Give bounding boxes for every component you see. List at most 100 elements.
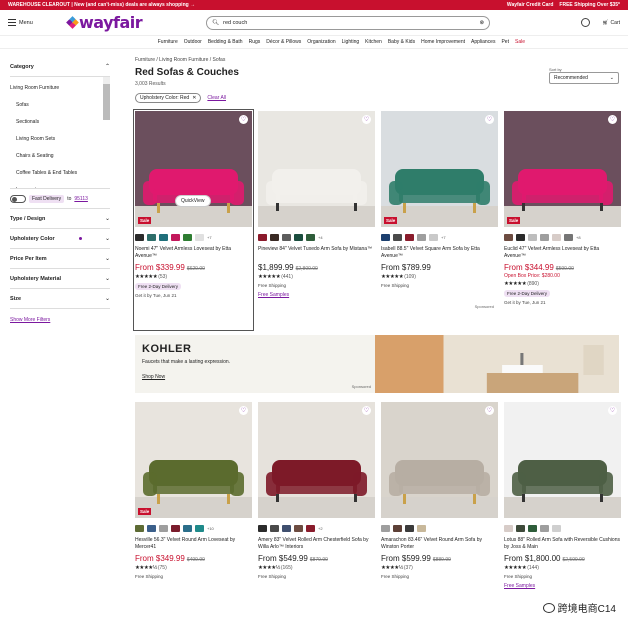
product-name[interactable]: Isabell 88.5" Velvet Square Arm Sofa by …	[381, 246, 498, 259]
clear-all-link[interactable]: Clear All	[207, 95, 226, 101]
product-image[interactable]: ♡	[258, 111, 375, 227]
fast-delivery-toggle[interactable]	[10, 194, 26, 203]
category-item[interactable]: Sectionals	[10, 115, 110, 132]
ad-image[interactable]	[375, 335, 619, 393]
promo-banner[interactable]: WAREHOUSE CLEAROUT | New (and can't-miss…	[0, 0, 628, 10]
product-card[interactable]: ♡ Sale +7 Isabell 88.5" Velvet Square Ar…	[381, 111, 498, 329]
nav-item[interactable]: Kitchen	[365, 39, 382, 45]
rating-stars[interactable]: ★★★★½ (75)	[135, 565, 252, 571]
category-scrollbar[interactable]	[103, 77, 110, 120]
quickview-button[interactable]: QuickView	[175, 195, 211, 207]
more-colors[interactable]: +4	[318, 235, 323, 240]
color-swatch[interactable]	[258, 233, 267, 241]
color-swatch[interactable]	[564, 233, 573, 241]
more-colors[interactable]: +7	[441, 235, 446, 240]
filter-category-header[interactable]: Category ⌃	[10, 57, 110, 77]
product-name[interactable]: Pineview 84" Velvet Tuxedo Arm Sofa by M…	[258, 246, 375, 259]
color-swatch[interactable]	[528, 524, 537, 532]
category-item[interactable]: Living Room Sets	[10, 132, 110, 149]
active-filter-chip[interactable]: Upholstery Color: Red ✕	[135, 93, 202, 103]
menu-button[interactable]: Menu	[8, 19, 68, 26]
nav-item[interactable]: Home Improvement	[421, 39, 465, 45]
product-name[interactable]: Noemi 47" Velvet Armless Loveseat by Ett…	[135, 246, 252, 259]
more-colors[interactable]: +7	[207, 235, 212, 240]
credit-card-link[interactable]: Wayfair Credit Card	[507, 2, 554, 8]
heart-icon[interactable]: ♡	[485, 406, 494, 415]
heart-icon[interactable]: ♡	[608, 115, 617, 124]
product-card[interactable]: ♡ Sale QuickView +7 Noemi 47" Velvet Arm…	[133, 109, 254, 331]
filter-header[interactable]: Upholstery Color ⌄	[10, 229, 110, 249]
nav-item[interactable]: Rugs	[249, 39, 261, 45]
color-swatch[interactable]	[516, 524, 525, 532]
heart-icon[interactable]: ♡	[608, 406, 617, 415]
color-swatch[interactable]	[381, 233, 390, 241]
free-samples-link[interactable]: Free Samples	[258, 292, 375, 298]
color-swatch[interactable]	[135, 233, 144, 241]
color-swatch[interactable]	[417, 524, 426, 532]
nav-item[interactable]: Pet	[501, 39, 509, 45]
color-swatch[interactable]	[552, 524, 561, 532]
nav-item[interactable]: Baby & Kids	[388, 39, 415, 45]
wayfair-logo[interactable]: wayfair	[66, 13, 143, 32]
color-swatch[interactable]	[147, 233, 156, 241]
show-more-filters-link[interactable]: Show More Filters	[10, 317, 110, 323]
rating-stars[interactable]: ★★★★★ (109)	[381, 274, 498, 280]
filter-header[interactable]: Price Per Item ⌄	[10, 249, 110, 269]
category-item[interactable]: Loveseats	[10, 183, 110, 188]
nav-item[interactable]: Bedding & Bath	[208, 39, 243, 45]
color-swatch[interactable]	[306, 524, 315, 532]
nav-item[interactable]: Sale	[515, 39, 525, 45]
product-image[interactable]: ♡	[504, 402, 621, 518]
color-swatch[interactable]	[393, 233, 402, 241]
account-icon[interactable]	[581, 18, 591, 27]
sponsored-ad[interactable]: KOHLER Faucets that make a lasting expre…	[135, 335, 619, 393]
search-input[interactable]: red couch	[223, 20, 475, 26]
color-swatch[interactable]	[516, 233, 525, 241]
color-swatch[interactable]	[147, 524, 156, 532]
color-swatch[interactable]	[270, 233, 279, 241]
rating-stars[interactable]: ★★★★★ (53)	[135, 274, 252, 280]
color-swatch[interactable]	[135, 524, 144, 532]
color-swatch[interactable]	[282, 524, 291, 532]
more-colors[interactable]: +2	[318, 526, 323, 531]
color-swatch[interactable]	[159, 233, 168, 241]
shop-now-link[interactable]: Shop Now	[142, 374, 368, 380]
color-swatch[interactable]	[270, 524, 279, 532]
rating-stars[interactable]: ★★★★★ (890)	[504, 281, 621, 287]
color-swatch[interactable]	[171, 524, 180, 532]
product-image[interactable]: ♡ Sale	[381, 111, 498, 227]
product-name[interactable]: Amarachon 83.46" Velvet Round Arm Sofa b…	[381, 537, 498, 550]
nav-item[interactable]: Furniture	[158, 39, 178, 45]
nav-item[interactable]: Outdoor	[184, 39, 202, 45]
nav-item[interactable]: Appliances	[471, 39, 495, 45]
free-samples-link[interactable]: Free Samples	[504, 583, 621, 589]
rating-stars[interactable]: ★★★★★ (144)	[504, 565, 621, 571]
product-card[interactable]: ♡ Amarachon 83.46" Velvet Round Arm Sofa…	[381, 402, 498, 589]
zip-link[interactable]: 95113	[74, 196, 88, 202]
product-card[interactable]: ♡ Sale +8 Euclid 47" Velvet Armless Love…	[504, 111, 621, 329]
heart-icon[interactable]: ♡	[239, 406, 248, 415]
color-swatch[interactable]	[381, 524, 390, 532]
filter-header[interactable]: Upholstery Material ⌄	[10, 269, 110, 289]
remove-filter-icon[interactable]: ✕	[192, 95, 196, 101]
product-card[interactable]: ♡ Lotus 88" Rolled Arm Sofa with Reversi…	[504, 402, 621, 589]
product-card[interactable]: ♡ +4 Pineview 84" Velvet Tuxedo Arm Sofa…	[258, 111, 375, 329]
more-colors[interactable]: +8	[576, 235, 581, 240]
product-image[interactable]: ♡	[381, 402, 498, 518]
color-swatch[interactable]	[183, 233, 192, 241]
fast-delivery-filter[interactable]: Fast Delivery to 95113	[10, 189, 110, 209]
category-item[interactable]: Living Room Furniture	[10, 81, 110, 98]
sort-dropdown[interactable]: Sort by Recommended ⌄	[549, 67, 619, 84]
color-swatch[interactable]	[195, 233, 204, 241]
color-swatch[interactable]	[540, 524, 549, 532]
heart-icon[interactable]: ♡	[362, 115, 371, 124]
category-item[interactable]: Chairs & Seating	[10, 149, 110, 166]
color-swatch[interactable]	[159, 524, 168, 532]
color-swatch[interactable]	[282, 233, 291, 241]
category-item[interactable]: Coffee Tables & End Tables	[10, 166, 110, 183]
search-bar[interactable]: 🔍︎ red couch ⊗	[206, 15, 491, 30]
color-swatch[interactable]	[417, 233, 426, 241]
rating-stars[interactable]: ★★★★½ (37)	[381, 565, 498, 571]
product-name[interactable]: Euclid 47" Velvet Armless Loveseat by Et…	[504, 246, 621, 259]
product-card[interactable]: ♡ +2 Amery 83" Velvet Rolled Arm Chester…	[258, 402, 375, 589]
